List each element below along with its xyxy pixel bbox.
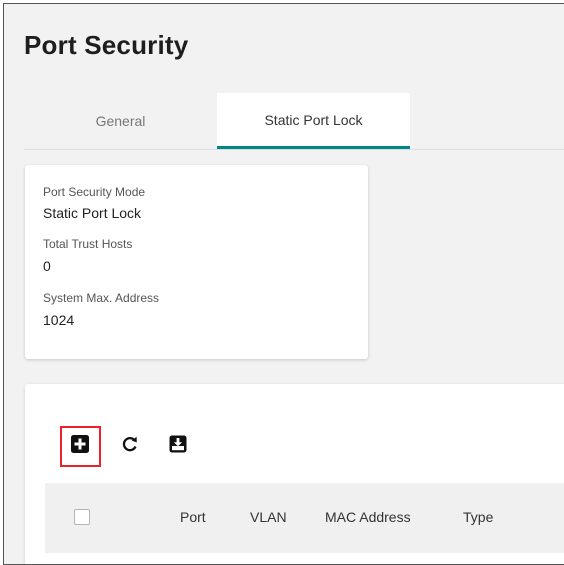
column-header-port[interactable]: Port bbox=[180, 509, 206, 525]
total-trust-hosts-value: 0 bbox=[43, 258, 51, 274]
refresh-icon bbox=[121, 435, 139, 458]
system-max-address-label: System Max. Address bbox=[43, 291, 160, 305]
refresh-button[interactable] bbox=[119, 435, 141, 457]
tab-general[interactable]: General bbox=[24, 93, 217, 149]
tab-bar: General Static Port Lock bbox=[24, 93, 564, 150]
add-button[interactable] bbox=[69, 434, 91, 458]
info-card: Port Security Mode Static Port Lock Tota… bbox=[25, 165, 368, 359]
system-max-address-value: 1024 bbox=[43, 312, 75, 328]
total-trust-hosts-label: Total Trust Hosts bbox=[43, 237, 133, 251]
export-button[interactable] bbox=[167, 435, 189, 457]
add-icon bbox=[71, 434, 89, 458]
tab-static-port-lock[interactable]: Static Port Lock bbox=[217, 93, 410, 149]
column-header-type[interactable]: Type bbox=[463, 509, 493, 525]
port-security-mode-value: Static Port Lock bbox=[43, 205, 142, 221]
port-security-mode-label: Port Security Mode bbox=[43, 185, 146, 199]
table-header: Port VLAN MAC Address Type bbox=[45, 483, 564, 553]
column-header-mac-address[interactable]: MAC Address bbox=[325, 509, 411, 525]
column-header-vlan[interactable]: VLAN bbox=[250, 509, 287, 525]
page-title: Port Security bbox=[24, 30, 189, 60]
app-frame: Port Security General Static Port Lock P… bbox=[3, 3, 564, 565]
table-card: Port VLAN MAC Address Type bbox=[25, 384, 564, 564]
export-icon bbox=[169, 435, 187, 458]
select-all-checkbox[interactable] bbox=[74, 509, 90, 525]
